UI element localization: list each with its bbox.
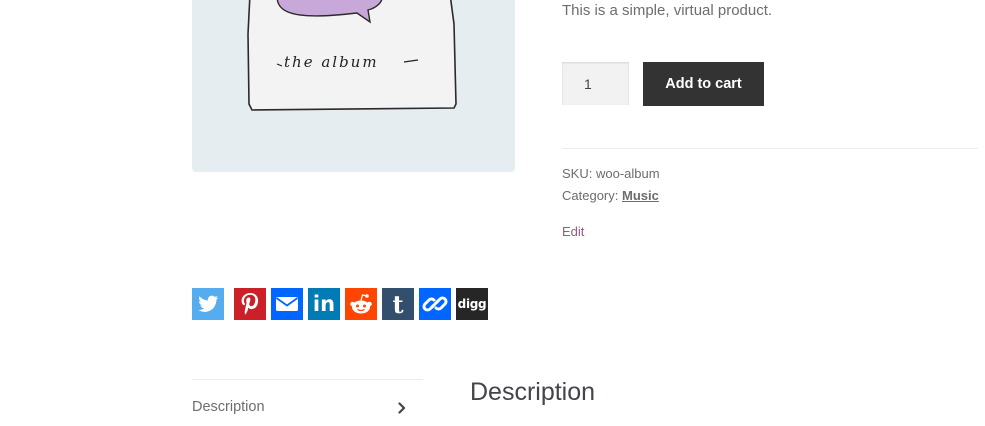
share-tumblr-button[interactable]: t bbox=[382, 288, 414, 320]
share-linkedin-button[interactable]: in bbox=[308, 288, 340, 320]
share-pinterest-button[interactable] bbox=[234, 288, 266, 320]
quantity-input[interactable] bbox=[562, 62, 629, 105]
tab-description-label: Description bbox=[192, 399, 265, 415]
product-image[interactable]: the album bbox=[192, 0, 515, 172]
product-category: Category: Music bbox=[562, 188, 659, 203]
product-short-description: This is a simple, virtual product. bbox=[562, 2, 773, 19]
category-link-music[interactable]: Music bbox=[622, 188, 659, 203]
chain-link-icon bbox=[422, 296, 448, 312]
description-heading: Description bbox=[470, 378, 596, 406]
category-label: Category: bbox=[562, 188, 619, 203]
share-reddit-button[interactable] bbox=[345, 288, 377, 320]
edit-product-link[interactable]: Edit bbox=[562, 224, 584, 239]
product-page: the album This is a simple, virtual prod… bbox=[0, 0, 985, 426]
album-cover-drawing: the album bbox=[247, 0, 457, 111]
twitter-bird-icon bbox=[198, 295, 219, 312]
tabs-top-divider bbox=[192, 379, 423, 380]
share-email-button[interactable] bbox=[271, 288, 303, 320]
album-title-handwritten: the album bbox=[284, 53, 379, 71]
linkedin-icon: in bbox=[312, 292, 336, 316]
envelope-icon bbox=[275, 297, 299, 311]
chevron-right-icon bbox=[398, 402, 406, 414]
add-to-cart-button[interactable]: Add to cart bbox=[643, 62, 764, 106]
tab-description[interactable]: Description bbox=[192, 390, 423, 426]
share-copy-link-button[interactable] bbox=[419, 288, 451, 320]
digg-icon: digg bbox=[457, 297, 487, 311]
share-digg-button[interactable]: digg bbox=[456, 288, 488, 320]
product-sku: SKU: woo-album bbox=[562, 166, 660, 181]
sku-value: woo-album bbox=[595, 166, 660, 181]
tumblr-icon: t bbox=[392, 289, 404, 319]
sku-label: SKU: bbox=[562, 166, 593, 181]
product-meta-divider bbox=[562, 148, 978, 149]
reddit-alien-icon bbox=[350, 294, 372, 314]
pinterest-icon bbox=[241, 293, 259, 315]
share-twitter-button[interactable] bbox=[192, 288, 224, 320]
